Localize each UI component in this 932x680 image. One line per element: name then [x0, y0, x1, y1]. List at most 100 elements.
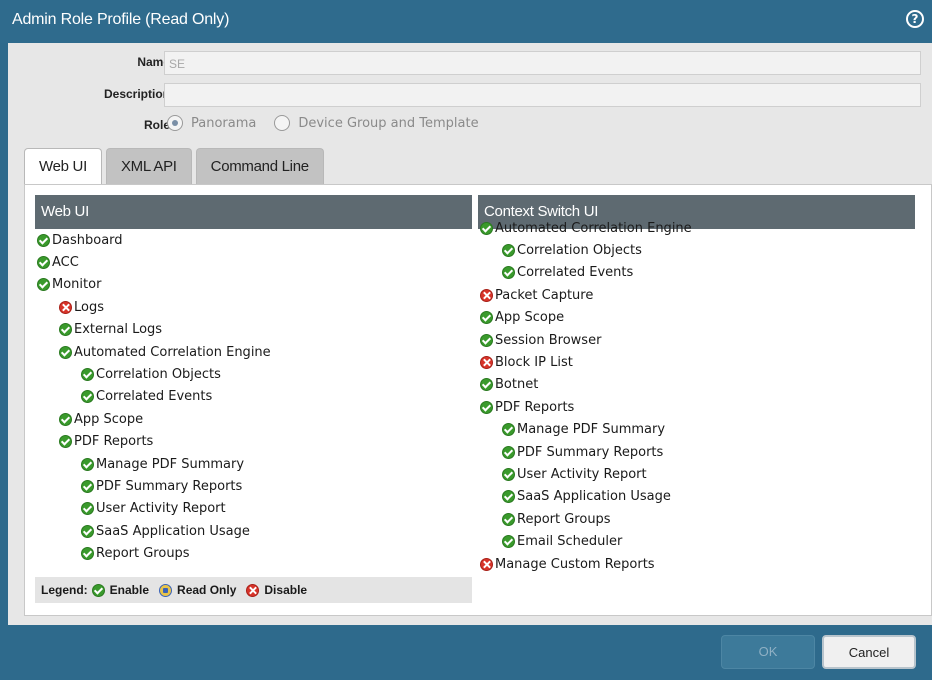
tree-item[interactable]: App Scope [35, 408, 472, 430]
tree-item[interactable]: User Activity Report [478, 463, 915, 485]
tree-item[interactable]: Correlation Objects [478, 239, 915, 261]
enable-icon[interactable] [480, 378, 493, 392]
legend-enable: Enable [91, 583, 149, 597]
tree-item-label: Manage PDF Summary [517, 422, 666, 438]
enable-icon[interactable] [59, 412, 72, 426]
enable-icon[interactable] [81, 457, 94, 471]
tree-item[interactable]: Botnet [478, 374, 915, 396]
tree-item-label: PDF Summary Reports [96, 478, 243, 494]
enable-icon[interactable] [59, 345, 72, 359]
tree-item-label: Packet Capture [495, 287, 594, 303]
enable-icon[interactable] [502, 244, 515, 258]
tree-item[interactable]: Dashboard [35, 229, 472, 251]
legend: Legend: Enable Read Only Disable [35, 577, 472, 603]
role-radio-device-group[interactable] [274, 115, 291, 131]
tree-item[interactable]: Email Scheduler [478, 530, 915, 552]
enable-icon[interactable] [81, 368, 94, 382]
tree-item-label: Email Scheduler [517, 534, 623, 550]
tree-item[interactable]: Correlation Objects [35, 363, 472, 385]
tree-item[interactable]: ACC [35, 251, 472, 273]
tree-item[interactable]: Manage Custom Reports [478, 553, 915, 575]
tree-item-label: App Scope [74, 411, 144, 427]
tree-item[interactable]: Email Scheduler [35, 565, 472, 570]
legend-label: Legend: [41, 583, 88, 597]
disable-icon[interactable] [480, 288, 493, 302]
tree-item[interactable]: Packet Capture [478, 284, 915, 306]
question-circle-icon[interactable]: ? [906, 10, 924, 28]
tree-item-label: Correlation Objects [517, 243, 642, 259]
enable-icon[interactable] [81, 547, 94, 561]
tree-item[interactable]: Correlated Events [478, 262, 915, 284]
enable-icon[interactable] [502, 467, 515, 481]
tree-item[interactable]: Report Groups [478, 508, 915, 530]
tree-item-label: Logs [74, 299, 104, 315]
web-ui-tree[interactable]: Dashboard ACC Monitor Logs External Logs Auto… [35, 229, 472, 569]
legend-disable: Disable [246, 583, 307, 597]
tree-item-label: Correlated Events [96, 389, 213, 405]
tree-item[interactable]: SaaS Application Usage [35, 520, 472, 542]
role-option-device-group-label: Device Group and Template [298, 115, 479, 131]
tab-web-ui[interactable]: Web UI [24, 148, 102, 186]
tree-item[interactable]: Manage PDF Summary [478, 419, 915, 441]
description-field[interactable] [164, 83, 921, 107]
role-radio-panorama[interactable] [167, 115, 183, 131]
enable-icon[interactable] [480, 333, 493, 347]
tree-item[interactable]: Block IP List [478, 351, 915, 373]
enable-icon[interactable] [81, 502, 94, 516]
tab-bar: Web UI XML API Command Line [24, 148, 324, 186]
tree-item[interactable]: Session Browser [478, 329, 915, 351]
enable-icon[interactable] [37, 256, 50, 270]
tree-item[interactable]: PDF Reports [35, 431, 472, 453]
tree-item[interactable]: PDF Summary Reports [35, 475, 472, 497]
name-field[interactable]: SE [164, 51, 921, 75]
enable-icon[interactable] [81, 524, 94, 538]
tree-item[interactable]: External Logs [35, 319, 472, 341]
tree-item-label: Block IP List [495, 355, 573, 371]
enable-icon[interactable] [480, 400, 493, 414]
tree-item[interactable]: User Activity Report [35, 498, 472, 520]
context-switch-ui-tree[interactable]: Automated Correlation Engine Correlation … [478, 217, 915, 591]
enable-icon[interactable] [81, 390, 94, 404]
web-ui-header: Web UI [35, 195, 472, 229]
tree-item[interactable]: Correlated Events [35, 386, 472, 408]
tree-item[interactable]: PDF Summary Reports [478, 441, 915, 463]
enable-icon[interactable] [81, 479, 94, 493]
ok-button[interactable]: OK [721, 635, 815, 669]
tree-item-label: App Scope [495, 310, 565, 326]
tree-item-label: User Activity Report [96, 501, 226, 517]
enable-icon[interactable] [502, 490, 515, 504]
tree-item[interactable]: Report Groups [35, 542, 472, 564]
disable-icon[interactable] [59, 300, 72, 314]
enable-icon[interactable] [480, 221, 493, 235]
legend-read-only: Read Only [159, 583, 236, 597]
enable-icon[interactable] [502, 423, 515, 437]
tree-item-label: SaaS Application Usage [96, 523, 250, 539]
tree-item-label: Report Groups [517, 511, 611, 527]
tree-item[interactable]: SaaS Application Usage [478, 486, 915, 508]
web-ui-column: Web UI Dashboard ACC Monitor Logs External L… [35, 195, 472, 603]
enable-icon[interactable] [59, 323, 72, 337]
tree-item-label: PDF Reports [495, 399, 575, 415]
enable-icon[interactable] [502, 266, 515, 280]
tree-item[interactable]: App Scope [478, 307, 915, 329]
tab-xml-api[interactable]: XML API [105, 148, 192, 184]
tree-item-label: Automated Correlation Engine [495, 220, 692, 236]
cancel-button[interactable]: Cancel [822, 635, 916, 669]
enable-icon[interactable] [502, 535, 515, 549]
disable-icon[interactable] [480, 557, 493, 571]
enable-icon[interactable] [480, 311, 493, 325]
tree-item[interactable]: Automated Correlation Engine [478, 217, 915, 239]
disable-icon[interactable] [480, 356, 493, 370]
tree-item[interactable]: PDF Reports [478, 396, 915, 418]
enable-icon[interactable] [502, 512, 515, 526]
tree-item[interactable]: Monitor [35, 274, 472, 296]
enable-icon[interactable] [37, 233, 50, 247]
enable-icon[interactable] [502, 445, 515, 459]
tab-command-line[interactable]: Command Line [195, 148, 324, 184]
tree-item-label: Manage PDF Summary [96, 456, 245, 472]
tree-item[interactable]: Logs [35, 296, 472, 318]
enable-icon[interactable] [37, 278, 50, 292]
tree-item[interactable]: Automated Correlation Engine [35, 341, 472, 363]
enable-icon[interactable] [59, 435, 72, 449]
tree-item[interactable]: Manage PDF Summary [35, 453, 472, 475]
